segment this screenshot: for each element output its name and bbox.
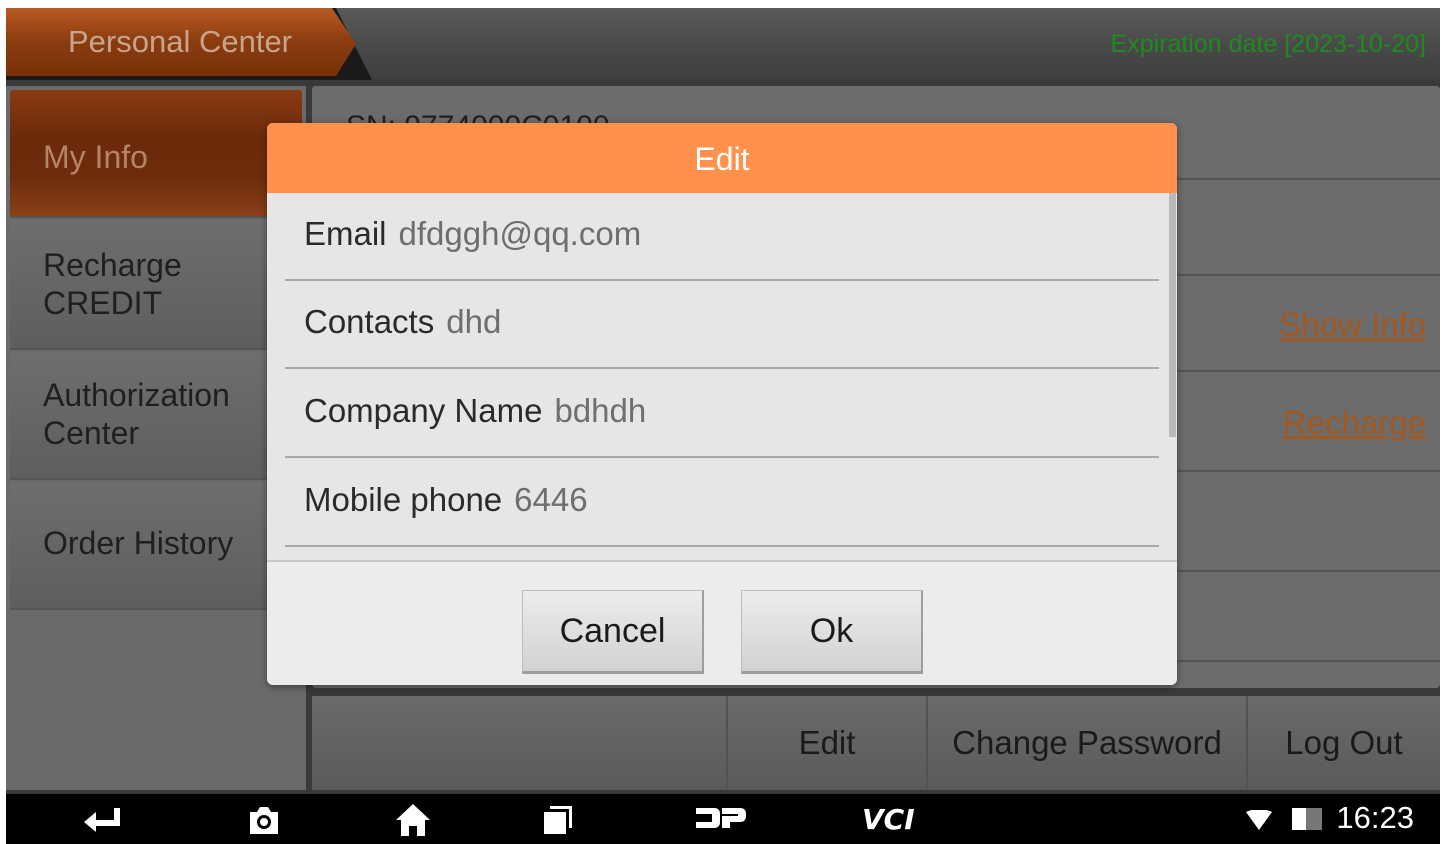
dialog-title: Edit [267, 123, 1177, 193]
scrollbar-thumb[interactable] [1169, 193, 1176, 437]
company-name-field-row: Company Name bdhdh [304, 392, 646, 430]
dialog-divider [267, 560, 1177, 562]
mobile-phone-label: Mobile phone [304, 481, 503, 518]
mobile-phone-value: 6446 [514, 481, 588, 518]
status-clock: 16:23 [1336, 800, 1414, 835]
company-name-value: bdhdh [554, 392, 647, 429]
system-nav-bar: VCI 16:23 [6, 794, 1440, 844]
contacts-field-row: Contacts dhd [304, 303, 501, 341]
recent-apps-icon[interactable] [542, 804, 574, 841]
dialog-body: Email dfdggh@qq.com Contacts dhd Company N… [267, 193, 1177, 561]
mobile-phone-field[interactable]: Mobile phone 6446 [285, 459, 1159, 547]
company-name-label: Company Name [304, 392, 543, 429]
battery-icon [1292, 808, 1322, 835]
wifi-icon [1246, 809, 1272, 835]
ok-button[interactable]: Ok [741, 590, 923, 674]
mobile-phone-field-row: Mobile phone 6446 [304, 481, 588, 519]
screen: Personal Center Expiration date [2023-10… [6, 8, 1440, 844]
edit-dialog: Edit Email dfdggh@qq.com Contacts dhd Comp… [267, 123, 1177, 685]
email-field-row: Email dfdggh@qq.com [304, 215, 641, 253]
camera-icon[interactable] [246, 804, 282, 841]
contacts-value: dhd [446, 303, 502, 340]
email-field[interactable]: Email dfdggh@qq.com [285, 193, 1159, 281]
email-value: dfdggh@qq.com [398, 215, 642, 252]
cancel-button[interactable]: Cancel [522, 590, 704, 674]
vci-icon[interactable]: VCI [862, 803, 924, 837]
back-icon[interactable] [82, 806, 122, 839]
company-name-field[interactable]: Company Name bdhdh [285, 370, 1159, 458]
dp-icon[interactable] [694, 806, 746, 835]
email-label: Email [304, 215, 387, 252]
home-icon[interactable] [394, 802, 432, 841]
contacts-field[interactable]: Contacts dhd [285, 281, 1159, 369]
svg-text:VCI: VCI [862, 804, 915, 832]
contacts-label: Contacts [304, 303, 435, 340]
